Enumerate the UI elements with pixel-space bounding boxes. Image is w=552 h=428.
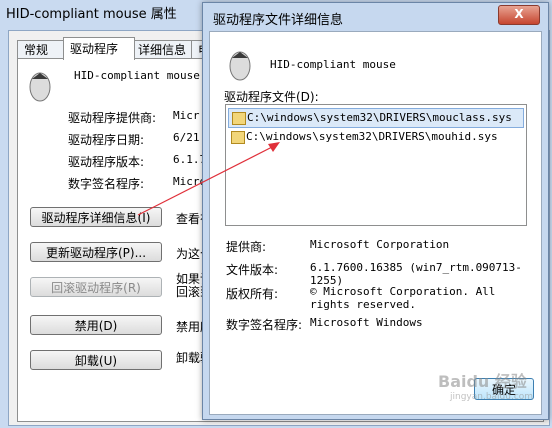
tab-general[interactable]: 常规 [17,40,65,59]
close-icon: X [514,7,524,21]
tab-driver[interactable]: 驱动程序 [63,37,135,60]
dialog-device-name: HID-compliant mouse [270,58,396,71]
provider-value: Microsoft Corporation [310,238,450,251]
provider-label: 驱动程序提供商: [68,111,157,125]
disable-button[interactable]: 禁用(D) [30,315,162,335]
device-name: HID-compliant mouse [74,69,200,82]
driver-files-list[interactable]: C:\windows\system32\DRIVERS\mouclass.sys… [225,104,527,226]
provider-value: Micr [173,109,200,122]
file-icon [232,112,246,125]
signer-value: Microsoft Windows [310,316,423,329]
list-item[interactable]: C:\windows\system32\DRIVERS\mouhid.sys [228,128,522,146]
list-item[interactable]: C:\windows\system32\DRIVERS\mouclass.sys [228,108,524,128]
window-title: HID-compliant mouse 属性 [6,7,177,22]
tab-details[interactable]: 详细信息 [131,40,197,59]
rollback-driver-button[interactable]: 回滚驱动程序(R) [30,277,162,297]
dialog-body: HID-compliant mouse 驱动程序文件(D): C:\window… [209,31,542,415]
date-value: 6/21 [173,131,200,144]
update-driver-button[interactable]: 更新驱动程序(P)... [30,242,162,262]
driver-details-button[interactable]: 驱动程序详细信息(I) [30,207,162,227]
uninstall-button[interactable]: 卸载(U) [30,350,162,370]
file-version-value: 6.1.7600.16385 (win7_rtm.090713-1255) [310,261,522,287]
date-label: 驱动程序日期: [68,133,145,147]
mouse-icon [29,72,51,102]
files-label: 驱动程序文件(D): [224,90,319,104]
watermark-logo: Baidu 经验 [438,372,527,391]
driver-file-details-dialog: 驱动程序文件详细信息 X HID-compliant mouse 驱动程序文件(… [202,2,549,420]
version-label: 驱动程序版本: [68,155,145,169]
copyright-label: 版权所有: [226,287,279,301]
signer-label: 数字签名程序: [68,177,145,191]
dialog-title: 驱动程序文件详细信息 [213,13,344,28]
provider-label: 提供商: [226,240,267,254]
copyright-value: © Microsoft Corporation. All rights rese… [310,285,496,311]
watermark-url: jingyan.baidu.com [450,392,534,402]
signer-label: 数字签名程序: [226,318,303,332]
file-version-label: 文件版本: [226,263,279,277]
close-button[interactable]: X [498,5,540,25]
file-icon [231,131,245,144]
mouse-icon [229,51,251,81]
